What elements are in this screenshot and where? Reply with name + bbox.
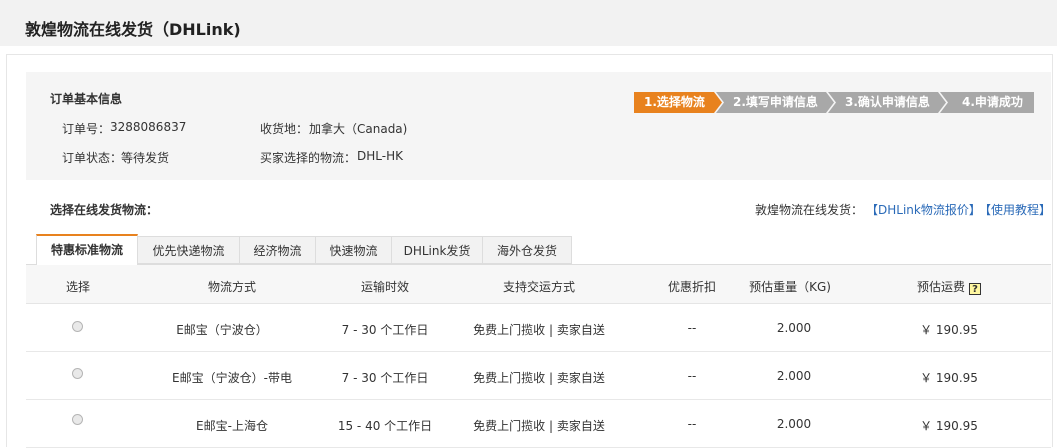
row-discount: -- (687, 369, 697, 383)
tutorial-link[interactable]: 【使用教程】 (979, 201, 1051, 218)
row-transit-time: 7 - 30 个工作日 (341, 371, 429, 385)
dhlink-online-label: 敦煌物流在线发货： (755, 203, 864, 217)
row-discount: -- (687, 321, 697, 335)
table-row[interactable]: E邮宝（宁波仓）-带电 7 - 30 个工作日 免费上门揽收 | 卖家自送 --… (26, 352, 1051, 400)
row-delivery-mode: 免费上门揽收 | 卖家自送 (473, 323, 605, 337)
order-no-label: 订单号： (62, 122, 111, 136)
radio-button[interactable] (72, 414, 83, 425)
row-delivery-mode: 免费上门揽收 | 卖家自送 (473, 419, 605, 433)
step-confirm-application: 3.确认申请信息 (828, 92, 946, 113)
order-no-value: 3288086837 (110, 120, 187, 134)
tab-overseas-warehouse[interactable]: 海外仓发货 (482, 236, 572, 264)
shipping-section-title: 选择在线发货物流： (50, 203, 159, 217)
col-est-fee-label: 预估运费 (916, 280, 966, 294)
radio-button[interactable] (72, 321, 83, 332)
row-method: E邮宝（宁波仓） (176, 323, 268, 337)
row-weight: 2.000 (776, 417, 812, 431)
table-header: 选择 物流方式 运输时效 支持交运方式 优惠折扣 预估重量（KG) 预估运费? (26, 265, 1051, 304)
order-info-title: 订单基本信息 (50, 92, 123, 106)
col-method: 物流方式 (207, 280, 257, 294)
row-weight: 2.000 (776, 369, 812, 383)
tab-fast[interactable]: 快速物流 (315, 236, 392, 264)
destination-value: 加拿大（Canada) (309, 122, 408, 136)
step-select-logistics: 1.选择物流 (634, 92, 722, 113)
title-bar: 敦煌物流在线发货（DHLink) (0, 0, 1057, 46)
table-row[interactable]: E邮宝（宁波仓） 7 - 30 个工作日 免费上门揽收 | 卖家自送 -- 2.… (26, 304, 1051, 352)
logistics-table: 选择 物流方式 运输时效 支持交运方式 优惠折扣 预估重量（KG) 预估运费? … (26, 264, 1051, 448)
row-fee: ￥ 190.95 (920, 323, 978, 337)
col-select: 选择 (65, 280, 91, 294)
col-weight: 预估重量（KG) (749, 280, 831, 294)
tab-economy[interactable]: 经济物流 (239, 236, 316, 264)
table-row[interactable]: E邮宝-上海仓 15 - 40 个工作日 免费上门揽收 | 卖家自送 -- 2.… (26, 400, 1051, 448)
buyer-shipping-label: 买家选择的物流： (260, 151, 357, 165)
order-status-value: 等待发货 (121, 151, 170, 165)
destination-label: 收货地： (260, 122, 309, 136)
col-delivery-mode: 支持交运方式 (502, 280, 576, 294)
radio-button[interactable] (72, 368, 83, 379)
row-transit-time: 7 - 30 个工作日 (341, 323, 429, 337)
dhlink-price-link[interactable]: 【DHLink物流报价】 (866, 201, 981, 218)
row-transit-time: 15 - 40 个工作日 (337, 419, 433, 433)
row-delivery-mode: 免费上门揽收 | 卖家自送 (473, 371, 605, 385)
row-fee: ￥ 190.95 (920, 419, 978, 433)
col-discount: 优惠折扣 (667, 280, 717, 294)
tab-priority-express[interactable]: 优先快递物流 (137, 236, 240, 264)
row-discount: -- (687, 417, 697, 431)
row-fee: ￥ 190.95 (920, 371, 978, 385)
help-icon[interactable]: ? (969, 283, 982, 295)
buyer-shipping-value: DHL-HK (357, 149, 403, 163)
tab-dhlink[interactable]: DHLink发货 (391, 236, 483, 264)
row-weight: 2.000 (776, 321, 812, 335)
col-transit-time: 运输时效 (360, 280, 410, 294)
row-method: E邮宝-上海仓 (196, 419, 268, 433)
step-fill-application: 2.填写申请信息 (716, 92, 834, 113)
order-status-label: 订单状态： (62, 151, 123, 165)
page-title: 敦煌物流在线发货（DHLink) (25, 20, 241, 39)
tab-special-standard[interactable]: 特惠标准物流 (36, 234, 138, 265)
col-est-fee: 预估运费? (916, 278, 982, 295)
row-method: E邮宝（宁波仓）-带电 (172, 371, 292, 385)
step-success: 4.申请成功 (940, 92, 1034, 113)
